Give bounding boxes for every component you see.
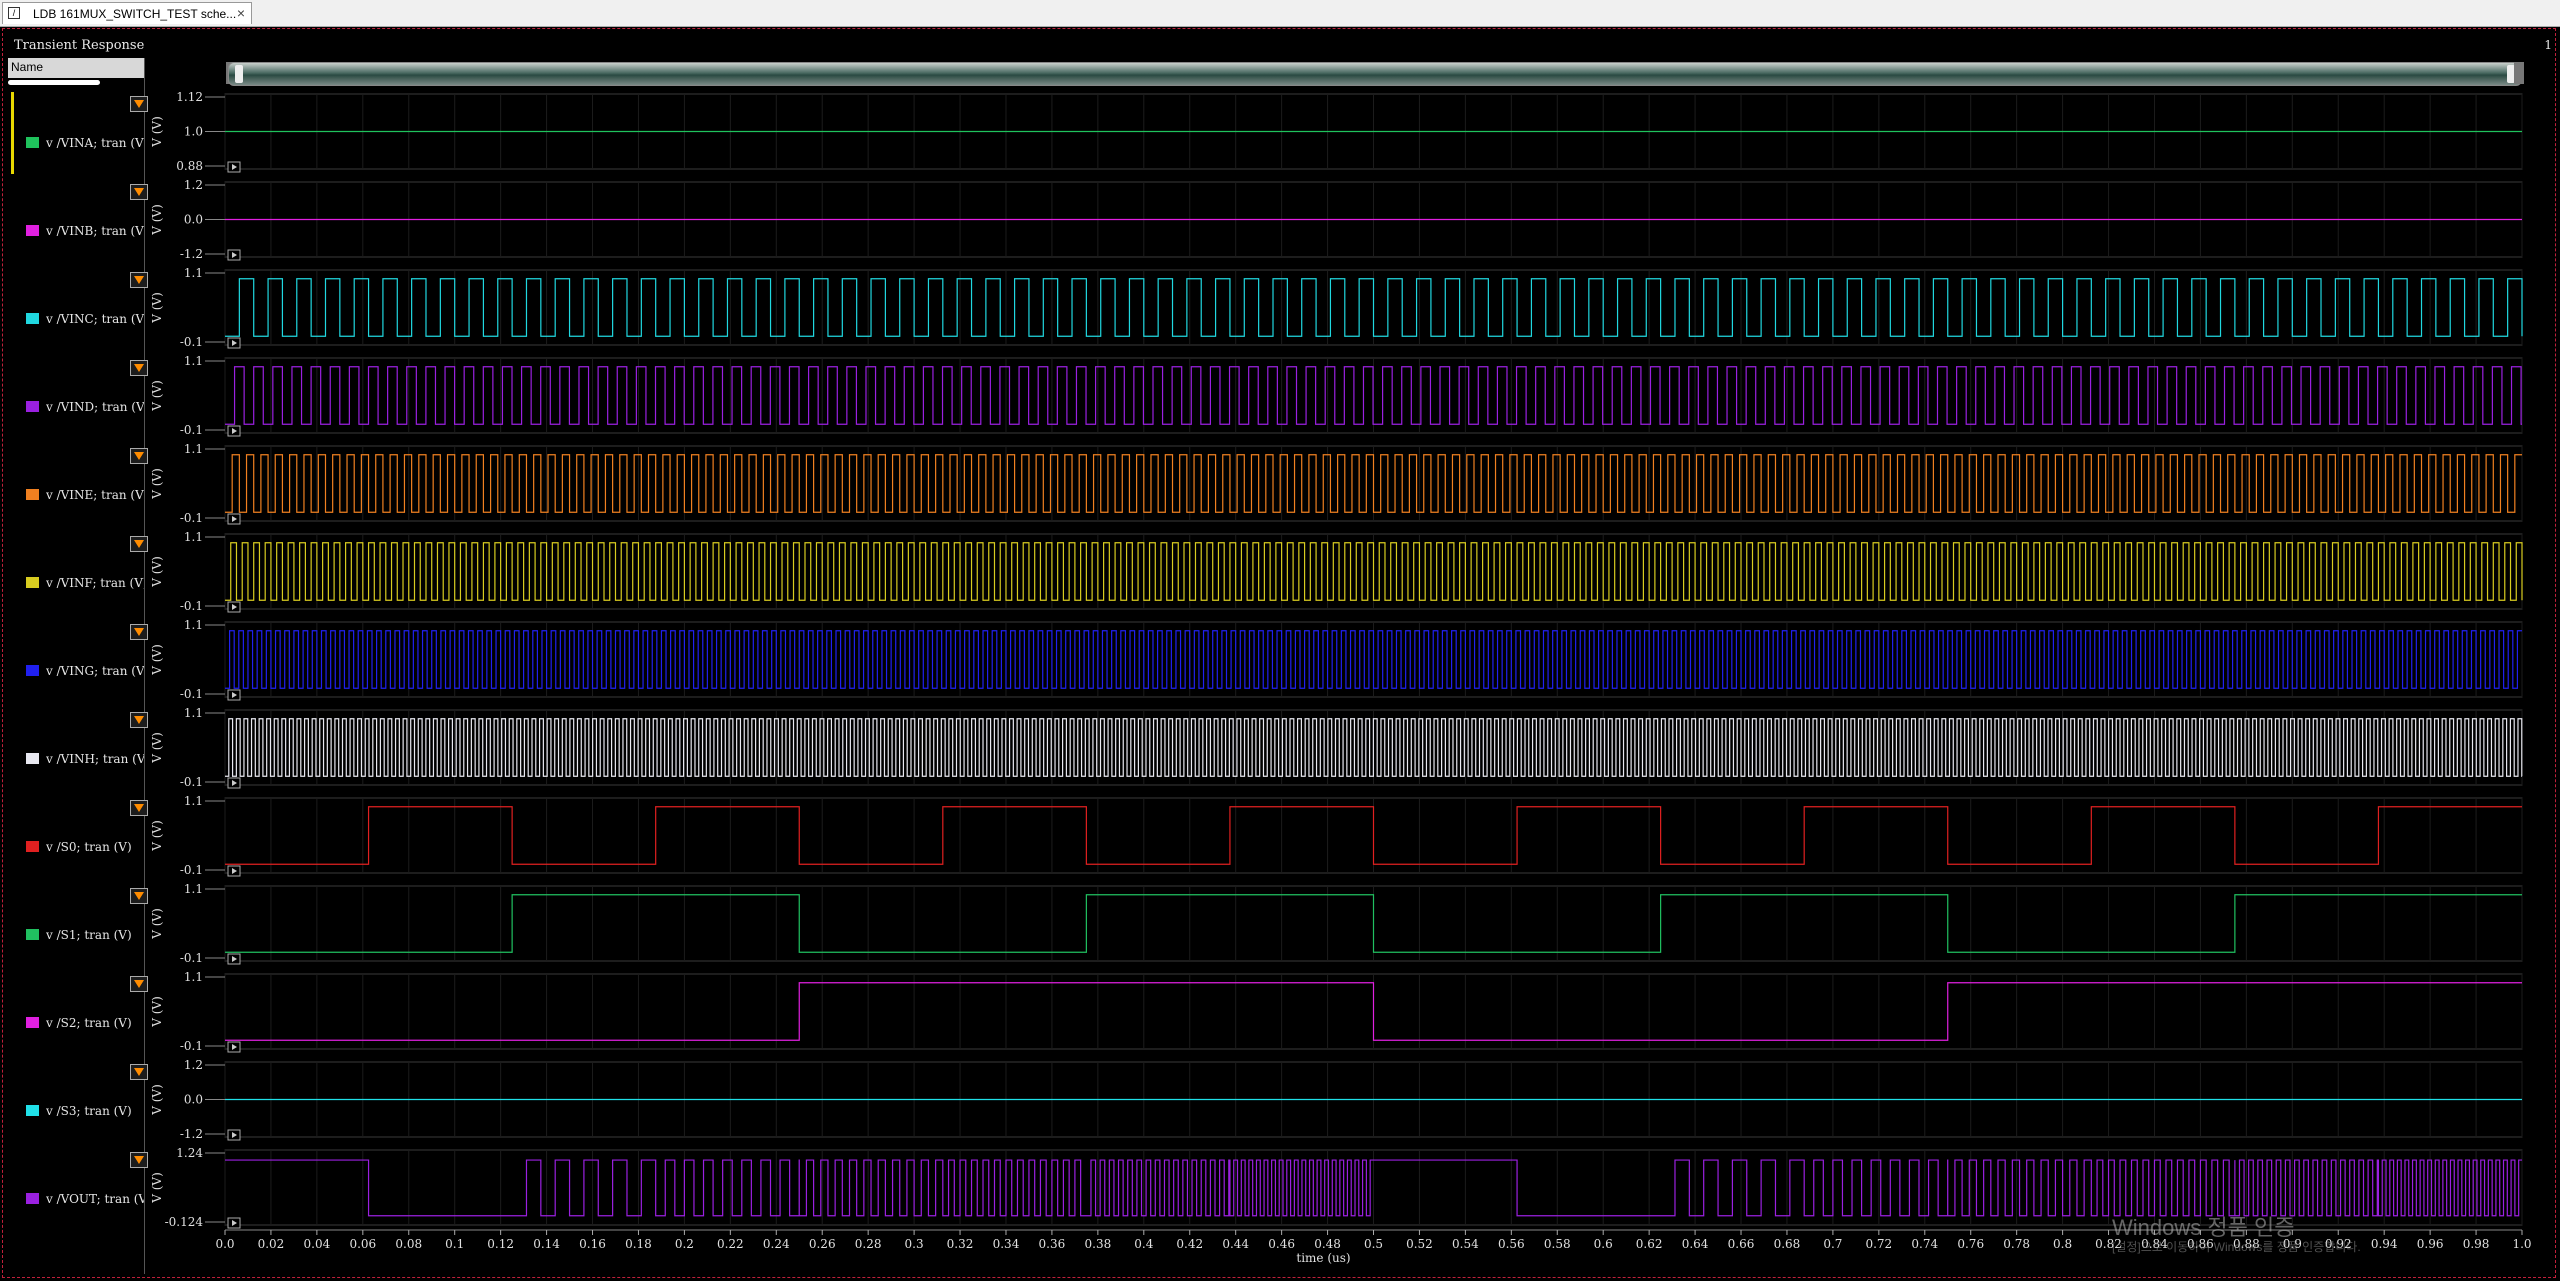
y-axis-label: V (V) — [150, 1084, 164, 1116]
x-tick-label: 0.34 — [993, 1237, 1020, 1251]
x-tick-label: 0.66 — [1728, 1237, 1755, 1251]
x-tick-label: 0.54 — [1452, 1237, 1479, 1251]
x-tick-label: 0.32 — [947, 1237, 974, 1251]
x-tick-label: 0.44 — [1222, 1237, 1249, 1251]
x-tick-label: 0.2 — [675, 1237, 694, 1251]
trace-v-vinh — [225, 718, 2523, 777]
x-tick-label: 0.56 — [1498, 1237, 1525, 1251]
y-tick-label: -0.1 — [180, 599, 203, 613]
y-tick-label: 1.1 — [184, 706, 203, 720]
x-tick-label: 0.1 — [445, 1237, 464, 1251]
x-tick-label: 0.78 — [2003, 1237, 2030, 1251]
y-tick-label: -1.2 — [180, 1127, 203, 1141]
y-tick-label: 1.1 — [184, 442, 203, 456]
y-tick-label: 1.1 — [184, 970, 203, 984]
y-tick-label: 1.2 — [184, 1058, 203, 1072]
y-tick-label: 1.1 — [184, 882, 203, 896]
x-tick-label: 0.04 — [304, 1237, 331, 1251]
x-tick-label: 0.98 — [2463, 1237, 2490, 1251]
x-tick-label: 0.0 — [215, 1237, 234, 1251]
y-tick-label: 0.88 — [176, 159, 203, 173]
y-tick-label: -0.1 — [180, 687, 203, 701]
x-tick-label: 0.58 — [1544, 1237, 1571, 1251]
y-axis-label: V (V) — [150, 116, 164, 148]
x-tick-label: 0.64 — [1682, 1237, 1709, 1251]
x-tick-label: 0.22 — [717, 1237, 744, 1251]
x-tick-label: 0.14 — [533, 1237, 560, 1251]
y-tick-label: -0.1 — [180, 863, 203, 877]
y-tick-label: 0.0 — [184, 1093, 203, 1107]
y-axis-label: V (V) — [150, 204, 164, 236]
x-tick-label: 1.0 — [2512, 1237, 2531, 1251]
y-tick-label: 1.1 — [184, 266, 203, 280]
x-tick-label: 0.4 — [1134, 1237, 1153, 1251]
y-tick-label: -0.1 — [180, 951, 203, 965]
y-tick-label: 1.1 — [184, 618, 203, 632]
y-tick-label: -0.1 — [180, 1039, 203, 1053]
x-tick-label: 0.28 — [855, 1237, 882, 1251]
y-axis-label: V (V) — [150, 1172, 164, 1204]
trace-v-vine — [225, 454, 2522, 513]
y-tick-label: 1.1 — [184, 794, 203, 808]
y-tick-label: 1.1 — [184, 530, 203, 544]
y-tick-label: -0.1 — [180, 423, 203, 437]
x-tick-label: 0.76 — [1957, 1237, 1984, 1251]
x-tick-label: 0.06 — [349, 1237, 376, 1251]
x-tick-label: 0.8 — [2053, 1237, 2072, 1251]
x-tick-label: 0.6 — [1594, 1237, 1613, 1251]
y-axis-label: V (V) — [150, 996, 164, 1028]
x-tick-label: 0.52 — [1406, 1237, 1433, 1251]
y-tick-label: -0.1 — [180, 335, 203, 349]
x-tick-label: 0.36 — [1039, 1237, 1066, 1251]
x-tick-label: 0.3 — [905, 1237, 924, 1251]
trace-v-vinf — [225, 542, 2523, 601]
y-tick-label: -0.124 — [165, 1215, 204, 1229]
x-tick-label: 0.26 — [809, 1237, 836, 1251]
x-tick-label: 0.7 — [1823, 1237, 1842, 1251]
y-tick-label: 1.2 — [184, 178, 203, 192]
x-tick-label: 0.08 — [395, 1237, 422, 1251]
trace-v-ving — [225, 630, 2522, 689]
y-axis-label: V (V) — [150, 292, 164, 324]
x-axis-label: time (us) — [1296, 1251, 1350, 1265]
y-tick-label: 1.12 — [176, 90, 203, 104]
x-tick-label: 0.12 — [487, 1237, 514, 1251]
x-tick-label: 0.02 — [258, 1237, 285, 1251]
y-axis-label: V (V) — [150, 908, 164, 940]
x-tick-label: 0.24 — [763, 1237, 790, 1251]
x-tick-label: 0.72 — [1865, 1237, 1892, 1251]
x-tick-label: 0.96 — [2417, 1237, 2444, 1251]
y-tick-label: 1.0 — [184, 125, 203, 139]
x-tick-label: 0.38 — [1085, 1237, 1112, 1251]
x-tick-label: 0.5 — [1364, 1237, 1383, 1251]
y-axis-label: V (V) — [150, 820, 164, 852]
x-tick-label: 0.94 — [2371, 1237, 2398, 1251]
y-tick-label: -0.1 — [180, 775, 203, 789]
y-tick-label: 1.24 — [176, 1146, 203, 1160]
trace-v-vinc — [225, 278, 2523, 337]
y-axis-label: V (V) — [150, 556, 164, 588]
y-axis-label: V (V) — [150, 468, 164, 500]
y-tick-label: -1.2 — [180, 247, 203, 261]
activation-watermark-hint: [설정]으로 이동하여 Windows를 정품 인증합니다. — [2112, 1240, 2361, 1254]
x-tick-label: 0.16 — [579, 1237, 606, 1251]
y-tick-label: 0.0 — [184, 213, 203, 227]
x-tick-label: 0.68 — [1774, 1237, 1801, 1251]
y-axis-label: V (V) — [150, 644, 164, 676]
x-tick-label: 0.62 — [1636, 1237, 1663, 1251]
y-tick-label: -0.1 — [180, 511, 203, 525]
y-axis-label: V (V) — [150, 732, 164, 764]
y-tick-label: 1.1 — [184, 354, 203, 368]
waveform-plot-area[interactable]: 1.12 1.0 0.88 V (V) 1.2 0.0 -1.2 V (V) 1.1 -0.1 V … — [0, 0, 2560, 1281]
x-tick-label: 0.46 — [1268, 1237, 1295, 1251]
x-tick-label: 0.18 — [625, 1237, 652, 1251]
x-tick-label: 0.42 — [1176, 1237, 1203, 1251]
x-tick-label: 0.48 — [1314, 1237, 1341, 1251]
y-axis-label: V (V) — [150, 380, 164, 412]
x-tick-label: 0.74 — [1911, 1237, 1938, 1251]
